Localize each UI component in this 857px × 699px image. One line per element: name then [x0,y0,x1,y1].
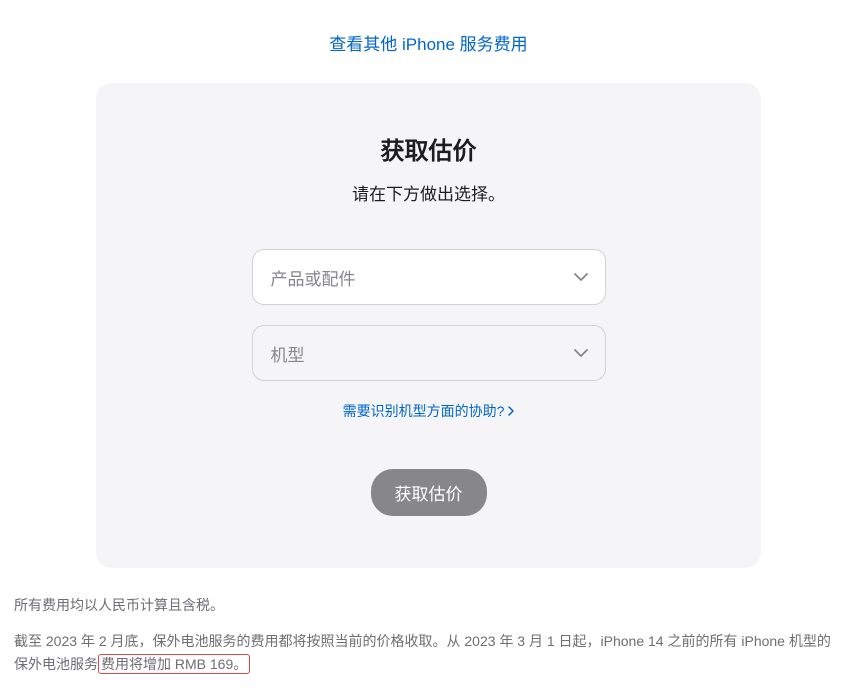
card-title: 获取估价 [116,131,741,166]
other-services-link[interactable]: 查看其他 iPhone 服务费用 [329,35,527,54]
model-select-wrapper: 机型 [252,325,606,381]
product-select[interactable]: 产品或配件 [252,249,606,305]
card-subtitle: 请在下方做出选择。 [116,180,741,205]
product-select-placeholder: 产品或配件 [271,265,356,290]
model-select[interactable]: 机型 [252,325,606,381]
help-link-container: 需要识别机型方面的协助? [116,401,741,421]
get-estimate-button[interactable]: 获取估价 [371,469,487,516]
identify-model-help-link[interactable]: 需要识别机型方面的协助? [343,401,515,421]
top-link-container: 查看其他 iPhone 服务费用 [10,30,847,55]
product-select-wrapper: 产品或配件 [252,249,606,305]
footer-line-2: 截至 2023 年 2 月底，保外电池服务的费用都将按照当前的价格收取。从 20… [14,630,843,675]
footer-line-1: 所有费用均以人民币计算且含税。 [14,594,843,616]
chevron-right-icon [508,403,514,419]
price-increase-highlight: 费用将增加 RMB 169。 [98,654,250,674]
model-select-placeholder: 机型 [271,341,305,366]
estimate-card: 获取估价 请在下方做出选择。 产品或配件 机型 需要识别机型方面的协助? [96,83,761,568]
help-link-label: 需要识别机型方面的协助? [343,401,505,421]
